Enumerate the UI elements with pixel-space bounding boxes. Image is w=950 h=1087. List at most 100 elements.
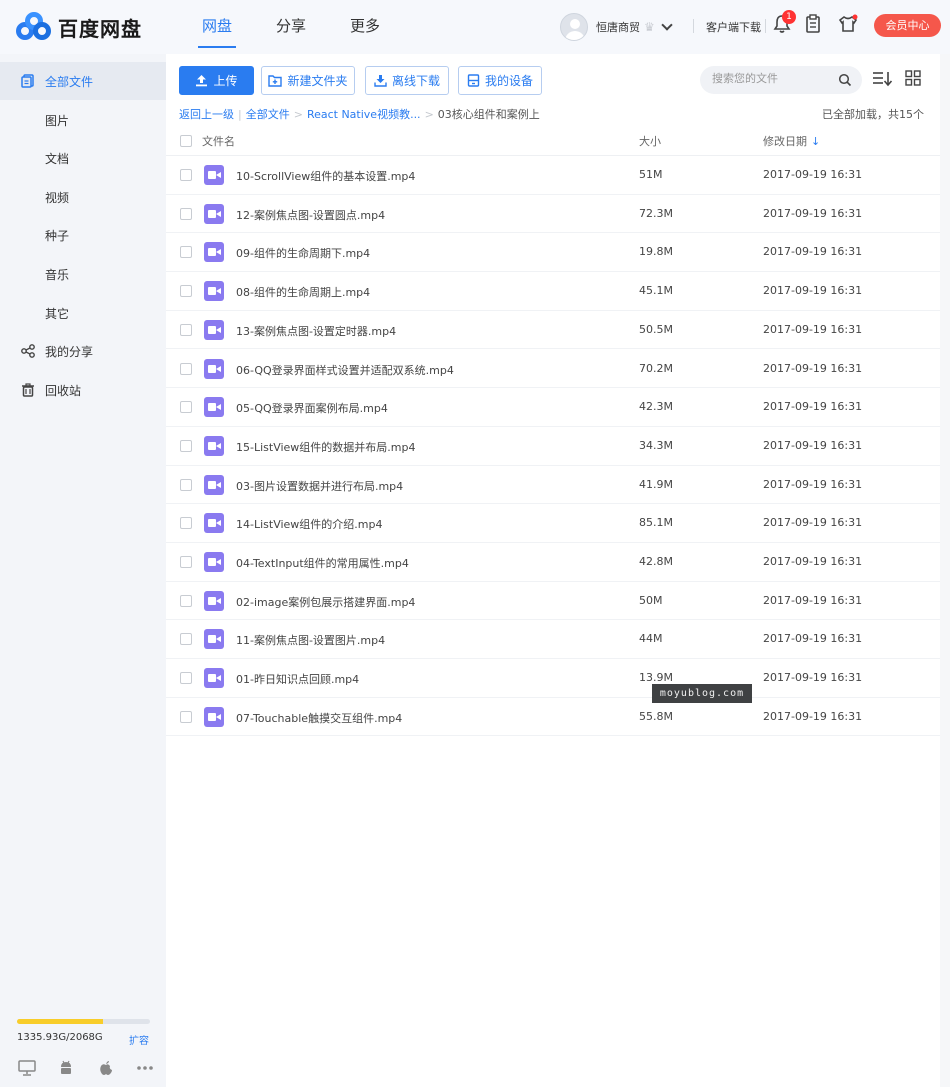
row-checkbox[interactable]	[180, 401, 192, 414]
more-dots-icon[interactable]	[136, 1060, 154, 1076]
breadcrumb-chevron: >	[293, 107, 303, 121]
vip-center-button[interactable]: 会员中心	[874, 14, 941, 37]
skin-shirt-icon[interactable]	[838, 14, 860, 38]
table-row[interactable]: 10-ScrollView组件的基本设置.mp4 51M 2017-09-19 16…	[166, 156, 940, 195]
file-name[interactable]: 05-QQ登录界面案例布局.mp4	[236, 400, 388, 416]
file-name[interactable]: 02-image案例包展示搭建界面.mp4	[236, 594, 415, 610]
column-header-size[interactable]: 大小	[639, 133, 661, 149]
android-icon[interactable]	[57, 1060, 75, 1076]
sidebar-item-documents[interactable]: 文档	[0, 139, 166, 177]
row-checkbox[interactable]	[180, 633, 192, 646]
table-row[interactable]: 13-案例焦点图-设置定时器.mp4 50.5M 2017-09-19 16:31	[166, 311, 940, 350]
file-name[interactable]: 15-ListView组件的数据并布局.mp4	[236, 439, 416, 455]
table-row[interactable]: 12-案例焦点图-设置圆点.mp4 72.3M 2017-09-19 16:31	[166, 195, 940, 234]
user-menu[interactable]: 恒唐商贸 ♛	[560, 13, 673, 41]
table-row[interactable]: 11-案例焦点图-设置图片.mp4 44M 2017-09-19 16:31	[166, 620, 940, 660]
video-file-icon	[204, 513, 224, 534]
breadcrumb-back[interactable]: 返回上一级	[179, 106, 234, 122]
row-checkbox[interactable]	[180, 439, 192, 452]
search-box[interactable]	[700, 66, 862, 94]
row-checkbox[interactable]	[180, 478, 192, 491]
file-name[interactable]: 06-QQ登录界面样式设置并适配双系统.mp4	[236, 362, 454, 378]
file-name[interactable]: 01-昨日知识点回顾.mp4	[236, 671, 359, 687]
sort-list-icon[interactable]	[872, 70, 894, 88]
file-name[interactable]: 07-Touchable触摸交互组件.mp4	[236, 710, 402, 726]
video-file-icon	[204, 474, 224, 495]
nav-more[interactable]: 更多	[328, 0, 402, 54]
file-size: 44M	[639, 632, 663, 646]
file-date: 2017-09-19 16:31	[763, 284, 863, 298]
sidebar-item-all-files[interactable]: 全部文件	[0, 62, 166, 100]
desktop-icon[interactable]	[18, 1060, 36, 1076]
breadcrumb-all-files[interactable]: 全部文件	[246, 106, 290, 122]
sidebar-item-videos[interactable]: 视频	[0, 178, 166, 216]
nav-share[interactable]: 分享	[254, 0, 328, 54]
file-name[interactable]: 04-TextInput组件的常用属性.mp4	[236, 555, 409, 571]
chevron-down-icon[interactable]	[661, 19, 673, 31]
table-row[interactable]: 06-QQ登录界面样式设置并适配双系统.mp4 70.2M 2017-09-19 1…	[166, 350, 940, 389]
sidebar-item-recycle-bin[interactable]: 回收站	[0, 371, 166, 409]
clipboard-icon[interactable]	[805, 14, 827, 38]
column-header-date[interactable]: 修改日期 ↓	[763, 133, 820, 149]
search-icon[interactable]	[838, 73, 852, 87]
grid-view-icon[interactable]	[905, 70, 921, 86]
upload-button[interactable]: 上传	[179, 66, 254, 95]
file-name[interactable]: 08-组件的生命周期上.mp4	[236, 284, 370, 300]
row-checkbox[interactable]	[180, 207, 192, 220]
file-name[interactable]: 03-图片设置数据并进行布局.mp4	[236, 478, 403, 494]
file-date: 2017-09-19 16:31	[763, 245, 863, 259]
table-row[interactable]: 02-image案例包展示搭建界面.mp4 50M 2017-09-19 16:31	[166, 582, 940, 621]
scrollbar[interactable]	[940, 54, 950, 1087]
video-file-icon	[204, 358, 224, 379]
row-checkbox[interactable]	[180, 594, 192, 607]
file-name[interactable]: 10-ScrollView组件的基本设置.mp4	[236, 168, 415, 184]
logo[interactable]: 百度网盘	[16, 12, 142, 42]
avatar[interactable]	[560, 13, 588, 41]
breadcrumb-parent[interactable]: React Native视频教...	[307, 106, 421, 122]
sidebar-item-music[interactable]: 音乐	[0, 255, 166, 293]
my-devices-button[interactable]: 我的设备	[458, 66, 542, 95]
file-name[interactable]: 09-组件的生命周期下.mp4	[236, 245, 370, 261]
file-size: 41.9M	[639, 477, 673, 491]
username[interactable]: 恒唐商贸	[596, 19, 640, 35]
file-name[interactable]: 13-案例焦点图-设置定时器.mp4	[236, 323, 396, 339]
table-row[interactable]: 07-Touchable触摸交互组件.mp4 55.8M 2017-09-19 16…	[166, 698, 940, 737]
sidebar-item-my-shares[interactable]: 我的分享	[0, 332, 166, 370]
sidebar-item-others[interactable]: 其它	[0, 294, 166, 332]
new-folder-button[interactable]: 新建文件夹	[261, 66, 355, 95]
file-name[interactable]: 14-ListView组件的介绍.mp4	[236, 516, 383, 532]
row-checkbox[interactable]	[180, 246, 192, 259]
table-row[interactable]: 09-组件的生命周期下.mp4 19.8M 2017-09-19 16:31	[166, 233, 940, 273]
table-row[interactable]: 14-ListView组件的介绍.mp4 85.1M 2017-09-19 16:3…	[166, 504, 940, 543]
row-checkbox[interactable]	[180, 362, 192, 375]
divider	[693, 19, 694, 33]
row-checkbox[interactable]	[180, 556, 192, 568]
video-file-icon	[204, 435, 224, 456]
file-name[interactable]: 12-案例焦点图-设置圆点.mp4	[236, 207, 385, 223]
table-row[interactable]: 15-ListView组件的数据并布局.mp4 34.3M 2017-09-19 1…	[166, 427, 940, 466]
nav-netdisk[interactable]: 网盘	[180, 0, 254, 54]
expand-storage-link[interactable]: 扩容	[129, 1032, 149, 1047]
row-checkbox[interactable]	[180, 323, 192, 336]
offline-download-button[interactable]: 离线下载	[365, 66, 449, 95]
row-checkbox[interactable]	[180, 285, 192, 298]
table-row[interactable]: 05-QQ登录界面案例布局.mp4 42.3M 2017-09-19 16:31	[166, 388, 940, 427]
row-checkbox[interactable]	[180, 169, 192, 181]
apple-icon[interactable]	[97, 1060, 115, 1076]
client-download-link[interactable]: 客户端下载	[706, 19, 761, 35]
row-checkbox[interactable]	[180, 710, 192, 723]
file-name[interactable]: 11-案例焦点图-设置图片.mp4	[236, 632, 385, 648]
upload-label: 上传	[213, 74, 238, 88]
column-header-name[interactable]: 文件名	[202, 133, 235, 149]
sidebar-item-torrents[interactable]: 种子	[0, 216, 166, 254]
table-row[interactable]: 01-昨日知识点回顾.mp4 13.9M 2017-09-19 16:31	[166, 659, 940, 698]
sidebar-item-images[interactable]: 图片	[0, 101, 166, 139]
row-checkbox[interactable]	[180, 517, 192, 530]
table-row[interactable]: 03-图片设置数据并进行布局.mp4 41.9M 2017-09-19 16:31	[166, 466, 940, 505]
table-row[interactable]: 04-TextInput组件的常用属性.mp4 42.8M 2017-09-19 1…	[166, 543, 940, 582]
search-input[interactable]	[712, 72, 832, 85]
select-all-checkbox[interactable]	[180, 135, 192, 147]
table-row[interactable]: 08-组件的生命周期上.mp4 45.1M 2017-09-19 16:31	[166, 272, 940, 311]
row-checkbox[interactable]	[180, 672, 192, 685]
notification-bell-icon[interactable]: 1	[773, 10, 796, 38]
